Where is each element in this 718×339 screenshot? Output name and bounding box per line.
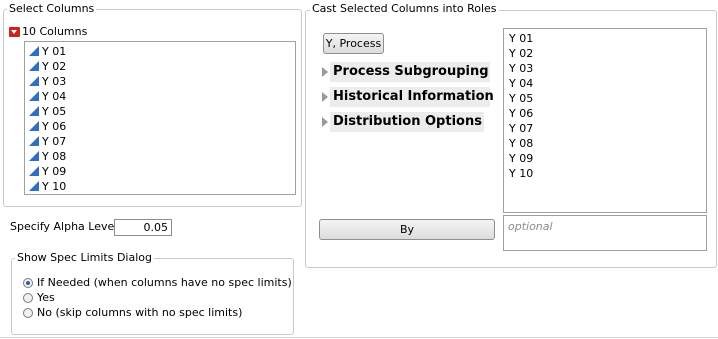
column-item-label: Y 05 (42, 105, 67, 118)
section-distribution-options[interactable]: Distribution Options (330, 112, 484, 132)
alpha-level-input[interactable]: 0.05 (114, 219, 172, 236)
continuous-icon (29, 45, 39, 56)
cast-roles-title: Cast Selected Columns into Roles (310, 2, 499, 15)
column-item-label: Y 10 (42, 180, 67, 193)
column-item-label: Y 06 (42, 120, 67, 133)
role-item[interactable]: Y 04 (509, 76, 533, 91)
column-item-y04[interactable]: Y 04 (29, 89, 66, 104)
continuous-icon (29, 120, 39, 131)
radio-if-needed[interactable]: If Needed (when columns have no spec lim… (23, 275, 292, 290)
radio-no[interactable]: No (skip columns with no spec limits) (23, 305, 242, 320)
column-item-y01[interactable]: Y 01 (29, 44, 66, 59)
column-item-y08[interactable]: Y 08 (29, 149, 66, 164)
by-listbox[interactable]: optional (503, 215, 707, 251)
disclosure-arrow-icon[interactable] (322, 67, 328, 77)
continuous-icon (29, 165, 39, 176)
continuous-icon (29, 135, 39, 146)
section-historical-information[interactable]: Historical Information (330, 87, 494, 107)
section-process-subgrouping[interactable]: Process Subgrouping (330, 62, 490, 82)
radio-label: If Needed (when columns have no spec lim… (37, 276, 292, 289)
radio-selected-icon (23, 278, 33, 288)
column-item-label: Y 09 (42, 165, 67, 178)
column-item-label: Y 02 (42, 60, 67, 73)
role-item[interactable]: Y 03 (509, 61, 533, 76)
radio-yes[interactable]: Yes (23, 290, 55, 305)
bottom-divider (0, 337, 718, 338)
column-item-y06[interactable]: Y 06 (29, 119, 66, 134)
column-item-label: Y 07 (42, 135, 67, 148)
select-columns-title: Select Columns (7, 2, 97, 15)
radio-label: Yes (37, 291, 55, 304)
column-item-y10[interactable]: Y 10 (29, 179, 66, 194)
column-item-y05[interactable]: Y 05 (29, 104, 66, 119)
continuous-icon (29, 60, 39, 71)
role-item[interactable]: Y 05 (509, 91, 533, 106)
radio-unselected-icon (23, 293, 33, 303)
column-item-y09[interactable]: Y 09 (29, 164, 66, 179)
continuous-icon (29, 105, 39, 116)
continuous-icon (29, 90, 39, 101)
column-item-label: Y 03 (42, 75, 67, 88)
role-item[interactable]: Y 07 (509, 121, 533, 136)
column-item-label: Y 01 (42, 45, 67, 58)
column-item-y07[interactable]: Y 07 (29, 134, 66, 149)
continuous-icon (29, 180, 39, 191)
role-item[interactable]: Y 02 (509, 46, 533, 61)
role-item[interactable]: Y 10 (509, 166, 533, 181)
column-item-label: Y 08 (42, 150, 67, 163)
radio-unselected-icon (23, 308, 33, 318)
y-process-listbox[interactable]: Y 01 Y 02 Y 03 Y 04 Y 05 Y 06 Y 07 Y 08 … (503, 28, 707, 213)
radio-label: No (skip columns with no spec limits) (37, 306, 243, 319)
continuous-icon (29, 75, 39, 86)
y-process-button[interactable]: Y, Process (323, 33, 384, 54)
column-item-y03[interactable]: Y 03 (29, 74, 66, 89)
role-item[interactable]: Y 06 (509, 106, 533, 121)
alpha-level-label: Specify Alpha Level (10, 220, 118, 233)
disclosure-arrow-icon[interactable] (322, 92, 328, 102)
column-item-y02[interactable]: Y 02 (29, 59, 66, 74)
role-item[interactable]: Y 01 (509, 31, 533, 46)
role-item[interactable]: Y 09 (509, 151, 533, 166)
column-menu-icon[interactable] (9, 27, 20, 37)
continuous-icon (29, 150, 39, 161)
role-item[interactable]: Y 08 (509, 136, 533, 151)
columns-listbox[interactable]: Y 01 Y 02 Y 03 Y 04 Y 05 Y 06 Y 07 Y 08 … (24, 41, 296, 195)
by-button[interactable]: By (319, 219, 495, 240)
spec-limits-title: Show Spec Limits Dialog (15, 251, 154, 264)
disclosure-arrow-icon[interactable] (322, 117, 328, 127)
column-item-label: Y 04 (42, 90, 67, 103)
by-placeholder: optional (508, 220, 553, 233)
column-count-label: 10 Columns (22, 25, 88, 38)
